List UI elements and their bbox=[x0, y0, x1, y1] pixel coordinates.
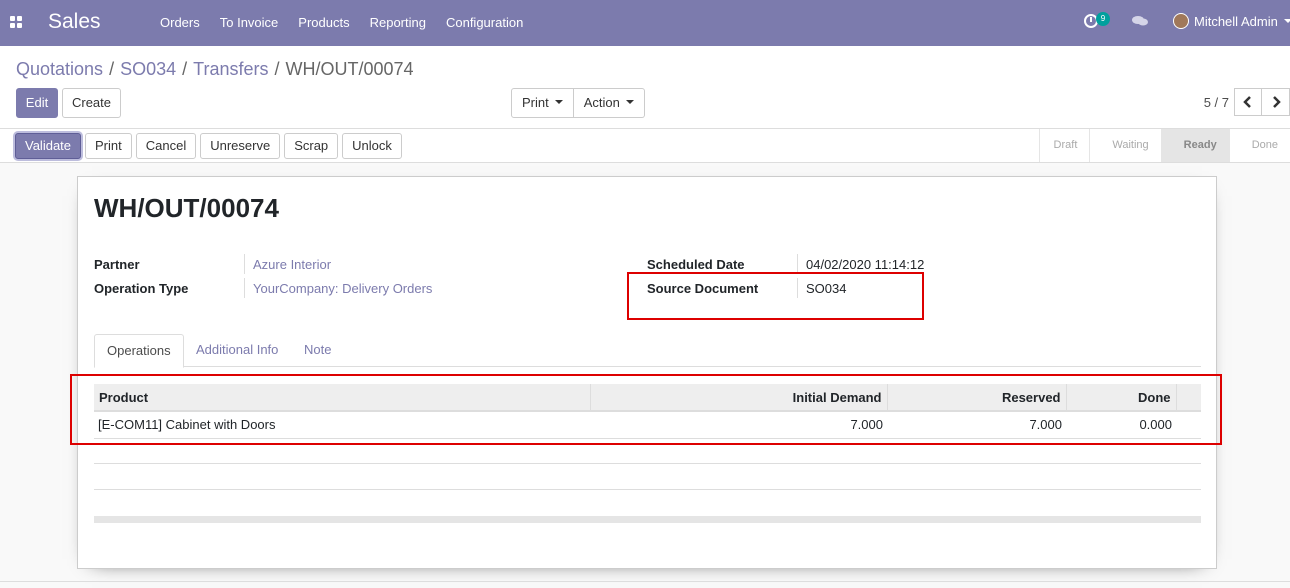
caret-down-icon bbox=[625, 99, 634, 104]
tab-operations[interactable]: Operations bbox=[94, 334, 184, 368]
chat-icon[interactable] bbox=[1132, 15, 1148, 27]
breadcrumb-separator: / bbox=[182, 59, 188, 79]
action-dropdown-label: Action bbox=[583, 95, 620, 110]
cancel-button[interactable]: Cancel bbox=[135, 133, 197, 159]
field-divider bbox=[244, 278, 245, 298]
breadcrumb-so034[interactable]: SO034 bbox=[120, 59, 176, 80]
menu-item-products[interactable]: Products bbox=[288, 0, 359, 46]
activity-count-badge: 9 bbox=[1096, 12, 1110, 26]
chevron-right-icon[interactable] bbox=[1262, 88, 1290, 116]
breadcrumb-current: WH/OUT/00074 bbox=[285, 59, 414, 79]
sidebar-actions: Print Action bbox=[511, 88, 645, 118]
create-button[interactable]: Create bbox=[62, 88, 121, 118]
edit-button[interactable]: Edit bbox=[16, 88, 58, 118]
operation-type-field[interactable]: YourCompany: Delivery Orders bbox=[253, 281, 432, 296]
breadcrumb-separator: / bbox=[274, 59, 280, 79]
action-dropdown-button[interactable]: Action bbox=[573, 88, 645, 118]
empty-row-divider bbox=[94, 489, 1201, 490]
stage-ready: Ready bbox=[1160, 129, 1229, 162]
print-dropdown-label: Print bbox=[522, 95, 549, 110]
pager-value[interactable]: 5 / 7 bbox=[1204, 95, 1229, 110]
print-button[interactable]: Print bbox=[85, 133, 132, 159]
menu-item-to-invoice[interactable]: To Invoice bbox=[210, 0, 289, 46]
record-title: WH/OUT/00074 bbox=[94, 193, 279, 223]
app-name: Sales bbox=[48, 10, 101, 33]
menu-item-orders[interactable]: Orders bbox=[150, 0, 210, 46]
breadcrumb: Quotations / SO034 / Transfers / WH/OUT/… bbox=[16, 59, 414, 80]
print-dropdown-button[interactable]: Print bbox=[511, 88, 574, 118]
scheduled-date-label: Scheduled Date bbox=[647, 257, 745, 272]
scheduled-date-field: 04/02/2020 11:14:12 bbox=[806, 257, 925, 272]
field-divider bbox=[797, 254, 798, 274]
field-divider bbox=[244, 254, 245, 274]
page-bottom-divider bbox=[0, 581, 1290, 582]
unreserve-button[interactable]: Unreserve bbox=[200, 133, 281, 159]
operation-type-label: Operation Type bbox=[94, 281, 189, 296]
user-name: Mitchell Admin bbox=[1194, 13, 1278, 29]
stage-waiting: Waiting bbox=[1089, 129, 1160, 162]
menu-item-configuration[interactable]: Configuration bbox=[436, 0, 533, 46]
breadcrumb-quotations[interactable]: Quotations bbox=[16, 59, 103, 80]
validate-button[interactable]: Validate bbox=[15, 133, 82, 159]
apps-menu-icon[interactable] bbox=[10, 16, 24, 30]
tab-additional-info[interactable]: Additional Info bbox=[184, 334, 290, 367]
scrap-button[interactable]: Scrap bbox=[284, 133, 339, 159]
pager: 5 / 7 bbox=[1204, 88, 1290, 116]
status-bar: Validate Print Cancel Unreserve Scrap Un… bbox=[0, 129, 1290, 163]
stage-pipeline: Draft Waiting Ready Done bbox=[1038, 129, 1290, 162]
avatar bbox=[1173, 13, 1189, 29]
breadcrumb-separator: / bbox=[109, 59, 115, 79]
menu-item-reporting[interactable]: Reporting bbox=[360, 0, 436, 46]
empty-row-divider bbox=[94, 463, 1201, 464]
source-document-highlight bbox=[627, 272, 924, 320]
operations-table-highlight bbox=[70, 374, 1222, 445]
control-panel: Quotations / SO034 / Transfers / WH/OUT/… bbox=[0, 46, 1290, 129]
stage-done: Done bbox=[1228, 129, 1290, 162]
top-navbar: Sales Orders To Invoice Products Reporti… bbox=[0, 0, 1290, 46]
main-menu: Orders To Invoice Products Reporting Con… bbox=[150, 0, 533, 46]
stage-draft: Draft bbox=[1038, 129, 1090, 162]
tab-note[interactable]: Note bbox=[292, 334, 343, 367]
chevron-down-icon bbox=[1283, 19, 1290, 23]
notebook-tabs: Operations Additional Info Note bbox=[94, 334, 1201, 368]
table-footer bbox=[94, 516, 1201, 523]
form-sheet: WH/OUT/00074 Partner Azure Interior Oper… bbox=[77, 176, 1217, 569]
user-menu[interactable]: Mitchell Admin bbox=[1173, 13, 1290, 29]
partner-field[interactable]: Azure Interior bbox=[253, 257, 331, 272]
chevron-left-icon[interactable] bbox=[1234, 88, 1262, 116]
unlock-button[interactable]: Unlock bbox=[342, 133, 402, 159]
caret-down-icon bbox=[554, 99, 563, 104]
partner-label: Partner bbox=[94, 257, 140, 272]
status-actions: Validate Print Cancel Unreserve Scrap Un… bbox=[15, 133, 402, 159]
breadcrumb-transfers[interactable]: Transfers bbox=[193, 59, 268, 80]
